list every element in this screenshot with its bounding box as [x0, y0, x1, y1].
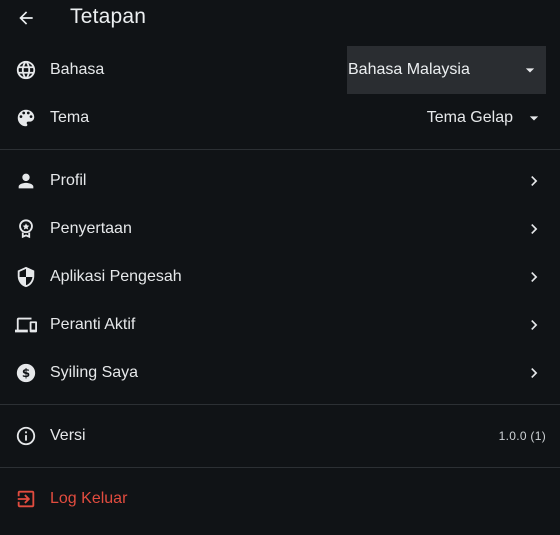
page-title: Tetapan — [70, 5, 147, 28]
language-setting: Bahasa Bahasa Malaysia — [0, 46, 560, 94]
shield-icon — [14, 265, 38, 289]
theme-dropdown[interactable]: Tema Gelap — [427, 109, 513, 127]
language-dropdown[interactable]: Bahasa Malaysia — [347, 46, 546, 94]
list-item-label: Aplikasi Pengesah — [50, 268, 182, 285]
info-icon — [14, 424, 38, 448]
chevron-right-icon — [522, 361, 546, 385]
list-item-profile[interactable]: Profil — [0, 157, 560, 205]
svg-text:$: $ — [22, 366, 30, 380]
version-label: Versi — [50, 427, 86, 444]
list-item-label: Penyertaan — [50, 220, 132, 237]
logout-label: Log Keluar — [50, 490, 128, 507]
chevron-right-icon — [522, 217, 546, 241]
divider — [0, 149, 560, 150]
dropdown-caret-icon[interactable] — [522, 106, 546, 130]
divider — [0, 467, 560, 468]
theme-setting: Tema Tema Gelap — [0, 94, 560, 142]
person-icon — [14, 169, 38, 193]
language-label: Bahasa — [50, 61, 105, 78]
app-bar: Tetapan — [0, 0, 560, 36]
divider — [0, 404, 560, 405]
dropdown-caret-icon — [518, 58, 542, 82]
back-arrow-icon[interactable] — [14, 6, 38, 30]
award-icon — [14, 217, 38, 241]
globe-icon — [14, 58, 38, 82]
language-value: Bahasa Malaysia — [348, 61, 470, 78]
list-item-active-devices[interactable]: Peranti Aktif — [0, 301, 560, 349]
logout-icon — [14, 487, 38, 511]
chevron-right-icon — [522, 265, 546, 289]
list-item-label: Syiling Saya — [50, 364, 139, 381]
theme-label: Tema — [50, 109, 90, 126]
version-row: Versi 1.0.0 (1) — [0, 412, 560, 460]
palette-icon — [14, 106, 38, 130]
devices-icon — [14, 313, 38, 337]
coin-icon: $ — [14, 361, 38, 385]
list-item-authenticator[interactable]: Aplikasi Pengesah — [0, 253, 560, 301]
list-item-my-coins[interactable]: $ Syiling Saya — [0, 349, 560, 397]
logout-button[interactable]: Log Keluar — [0, 475, 560, 523]
list-item-label: Peranti Aktif — [50, 316, 136, 333]
list-item-label: Profil — [50, 172, 87, 189]
version-value: 1.0.0 (1) — [498, 429, 546, 443]
chevron-right-icon — [522, 313, 546, 337]
chevron-right-icon — [522, 169, 546, 193]
list-item-participation[interactable]: Penyertaan — [0, 205, 560, 253]
